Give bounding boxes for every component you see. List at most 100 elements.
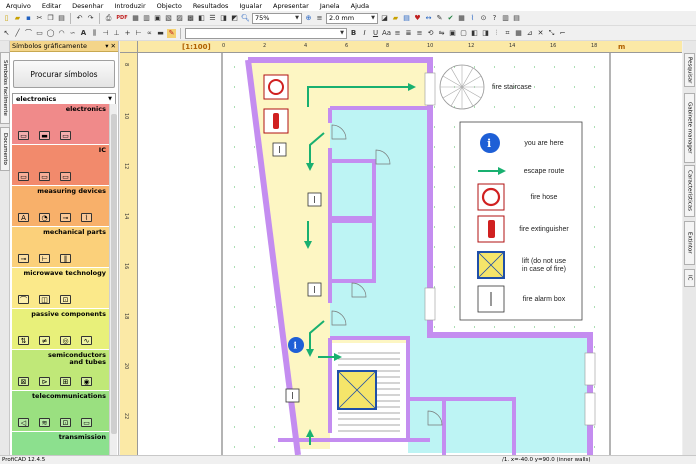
chart-icon[interactable]: ▩ xyxy=(186,14,195,23)
zoom-select[interactable]: 75% ▼ xyxy=(252,12,302,24)
menu-item-3[interactable]: Introduzir xyxy=(114,2,145,10)
symbol-icon[interactable]: ◫ xyxy=(39,295,50,304)
add-tool-icon[interactable]: + xyxy=(123,29,132,38)
symbol-icon[interactable]: ▬ xyxy=(39,131,50,140)
drawing-canvas[interactable]: fire staircase i i you are here escape route… xyxy=(138,53,682,455)
tab-symbols[interactable]: Símbolos facilmente xyxy=(0,52,10,124)
layout-icon[interactable]: ▥ xyxy=(501,14,510,23)
front-icon[interactable]: ◧ xyxy=(470,29,479,38)
rect-tool-icon[interactable]: ▭ xyxy=(35,29,44,38)
symbol-icon[interactable]: ⊞ xyxy=(60,377,71,386)
symbol-icon[interactable]: ⊠ xyxy=(18,377,29,386)
bus-tool-icon[interactable]: ▬ xyxy=(156,29,165,38)
symbol-icon[interactable]: ⊳ xyxy=(39,377,50,386)
close-icon[interactable]: ✕ xyxy=(111,42,116,50)
symbol-icon[interactable]: ‖ xyxy=(60,254,71,263)
panel-scrollbar[interactable] xyxy=(109,104,117,455)
copy-icon[interactable]: ❐ xyxy=(46,14,55,23)
scrollbar-thumb[interactable] xyxy=(111,114,117,434)
connect-icon[interactable]: ⤡ xyxy=(547,29,556,38)
menu-item-1[interactable]: Editar xyxy=(42,2,61,10)
symbol-icon[interactable]: A xyxy=(18,213,29,222)
evacuation-plan[interactable]: fire staircase i i you are here escape route… xyxy=(138,53,682,455)
color-icon[interactable]: ◪ xyxy=(380,14,389,23)
symbol-icon[interactable]: ⊡ xyxy=(60,418,71,427)
select-arrow-icon[interactable]: ↖ xyxy=(2,29,11,38)
layout2-icon[interactable]: ▤ xyxy=(512,14,521,23)
symbol-icon[interactable]: ⌒ xyxy=(18,295,29,304)
bezier-tool-icon[interactable]: ∽ xyxy=(68,29,77,38)
folder-icon[interactable]: ▰ xyxy=(391,14,400,23)
save-icon[interactable]: ▪ xyxy=(24,14,33,23)
undo-icon[interactable]: ↶ xyxy=(75,14,84,23)
arc-tool-icon[interactable]: ◠ xyxy=(57,29,66,38)
symbol-icon[interactable]: ⊸ xyxy=(18,254,29,263)
line-width-select[interactable]: 2.0 mm ▼ xyxy=(326,12,378,24)
menu-item-8[interactable]: Janela xyxy=(320,2,340,10)
category-1[interactable]: IC ▭ ▭ ▭ xyxy=(12,145,109,186)
menu-item-2[interactable]: Desenhar xyxy=(72,2,103,10)
symbol-icon[interactable]: ▭ xyxy=(60,172,71,181)
cut-icon[interactable]: ✂ xyxy=(35,14,44,23)
menu-item-9[interactable]: Ajuda xyxy=(351,2,369,10)
symbol-icon[interactable]: ◁ xyxy=(18,418,29,427)
tab-right-0[interactable]: Pesquisar xyxy=(684,53,695,87)
symbol-icon[interactable]: ⊢ xyxy=(39,254,50,263)
style-select[interactable]: ▼ xyxy=(185,27,347,39)
new-file-icon[interactable]: ▯ xyxy=(2,14,11,23)
symbol-icon[interactable]: ▭ xyxy=(18,172,29,181)
layer-icon[interactable]: ◧ xyxy=(197,14,206,23)
symbol-icon[interactable]: ◔ xyxy=(39,213,50,222)
category-6[interactable]: semiconductors and tubes ⊠ ⊳ ⊞ ◉ xyxy=(12,350,109,391)
menu-item-0[interactable]: Arquivo xyxy=(6,2,31,10)
wire-icon[interactable]: ⌇ xyxy=(468,14,477,23)
category-2[interactable]: measuring devices A ◔ ⊸ ⌇ xyxy=(12,186,109,227)
table-icon[interactable]: ▥ xyxy=(142,14,151,23)
tab-right-1[interactable]: Gabinete manager xyxy=(684,93,695,163)
symbol-icon[interactable]: ≋ xyxy=(39,418,50,427)
italic-icon[interactable]: I xyxy=(360,29,369,38)
properties-icon[interactable]: ▨ xyxy=(175,14,184,23)
category-0[interactable]: electronics ▭ ▬ ▭ xyxy=(12,104,109,145)
ungroup-icon[interactable]: ▢ xyxy=(459,29,468,38)
menu-item-7[interactable]: Apresentar xyxy=(273,2,309,10)
database-icon[interactable]: ▤ xyxy=(402,14,411,23)
measure-icon[interactable]: ⊿ xyxy=(525,29,534,38)
pin-icon[interactable]: ▾ xyxy=(105,42,108,50)
symbol-icon[interactable]: ∿ xyxy=(81,336,92,345)
symbol-icon[interactable]: ▭ xyxy=(81,418,92,427)
symbol-icon[interactable]: ⊸ xyxy=(60,213,71,222)
grid-icon[interactable]: ▦ xyxy=(131,14,140,23)
menu-item-6[interactable]: Igualar xyxy=(239,2,262,10)
wire-tool-icon[interactable]: ⊣ xyxy=(101,29,110,38)
symbol-icon[interactable]: ⊡ xyxy=(60,295,71,304)
align-tool-icon[interactable]: ⫼ xyxy=(90,29,99,38)
text-tool-icon[interactable]: A xyxy=(79,29,88,38)
bom-icon[interactable]: ▦ xyxy=(457,14,466,23)
dimension-icon[interactable]: ↔ xyxy=(424,14,433,23)
component-icon[interactable]: ◨ xyxy=(219,14,228,23)
print-icon[interactable]: ⎙ xyxy=(104,14,113,23)
category-4[interactable]: microwave technology ⌒ ◫ ⊡ xyxy=(12,268,109,309)
symbol-icon[interactable]: ⌇ xyxy=(81,213,92,222)
menu-item-5[interactable]: Resultados xyxy=(193,2,229,10)
align-right-icon[interactable]: ≡ xyxy=(415,29,424,38)
bold-icon[interactable]: B xyxy=(349,29,358,38)
tab-right-4[interactable]: IC xyxy=(684,269,695,287)
symbol-icon[interactable]: ◉ xyxy=(81,377,92,386)
mirror-icon[interactable]: ⇋ xyxy=(437,29,446,38)
align-left-icon[interactable]: ≡ xyxy=(393,29,402,38)
polyline-tool-icon[interactable]: ⌒ xyxy=(24,29,33,38)
corner-icon[interactable]: ⌐ xyxy=(558,29,567,38)
symbol-icon[interactable]: ▭ xyxy=(39,172,50,181)
symbol-icon[interactable]: ▭ xyxy=(18,131,29,140)
symbol-icon[interactable]: ≠ xyxy=(39,336,50,345)
rotate-icon[interactable]: ⟲ xyxy=(426,29,435,38)
pdf-button[interactable]: PDF xyxy=(115,14,129,23)
category-3[interactable]: mechanical parts ⊸ ⊢ ‖ xyxy=(12,227,109,268)
dimension-tool-icon[interactable]: ⊢ xyxy=(134,29,143,38)
line-width-icon[interactable]: ≡ xyxy=(315,14,324,23)
symbol-icon[interactable]: ⇅ xyxy=(18,336,29,345)
menu-item-4[interactable]: Objecto xyxy=(157,2,182,10)
image-icon[interactable]: ▧ xyxy=(164,14,173,23)
